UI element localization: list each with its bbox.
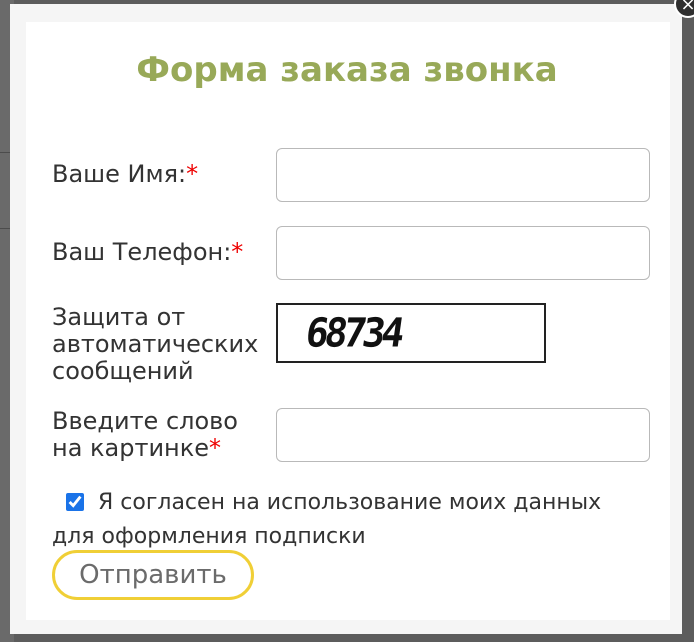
required-mark: * (186, 160, 199, 188)
captcha-input-label-line: Введите слово (52, 407, 238, 435)
name-input[interactable] (276, 148, 650, 202)
name-label: Ваше Имя:* (52, 161, 198, 188)
captcha-input-label-line: на картинке (52, 434, 209, 462)
phone-input[interactable] (276, 226, 650, 280)
captcha-code: 68734 (302, 309, 404, 357)
phone-label: Ваш Телефон:* (52, 239, 243, 266)
submit-button[interactable]: Отправить (52, 550, 254, 600)
consent-text: Я согласен на использование моих данных … (52, 490, 602, 549)
form-title: Форма заказа звонка (136, 50, 558, 90)
captcha-input[interactable] (276, 408, 650, 462)
required-mark: * (209, 434, 221, 462)
phone-label-text: Ваш Телефон: (52, 238, 232, 266)
name-label-text: Ваше Имя: (52, 160, 187, 188)
consent-checkbox[interactable] (66, 493, 84, 511)
captcha-label: Защита от автоматических сообщений (52, 304, 258, 385)
consent-row: Я согласен на использование моих данных … (52, 486, 632, 554)
captcha-image: 68734 (276, 303, 546, 363)
captcha-label-line: автоматических (52, 330, 259, 358)
captcha-label-line: сообщений (52, 357, 194, 385)
captcha-label-line: Защита от (52, 303, 186, 331)
captcha-input-label: Введите слово на картинке* (52, 408, 238, 462)
required-mark: * (231, 238, 244, 266)
